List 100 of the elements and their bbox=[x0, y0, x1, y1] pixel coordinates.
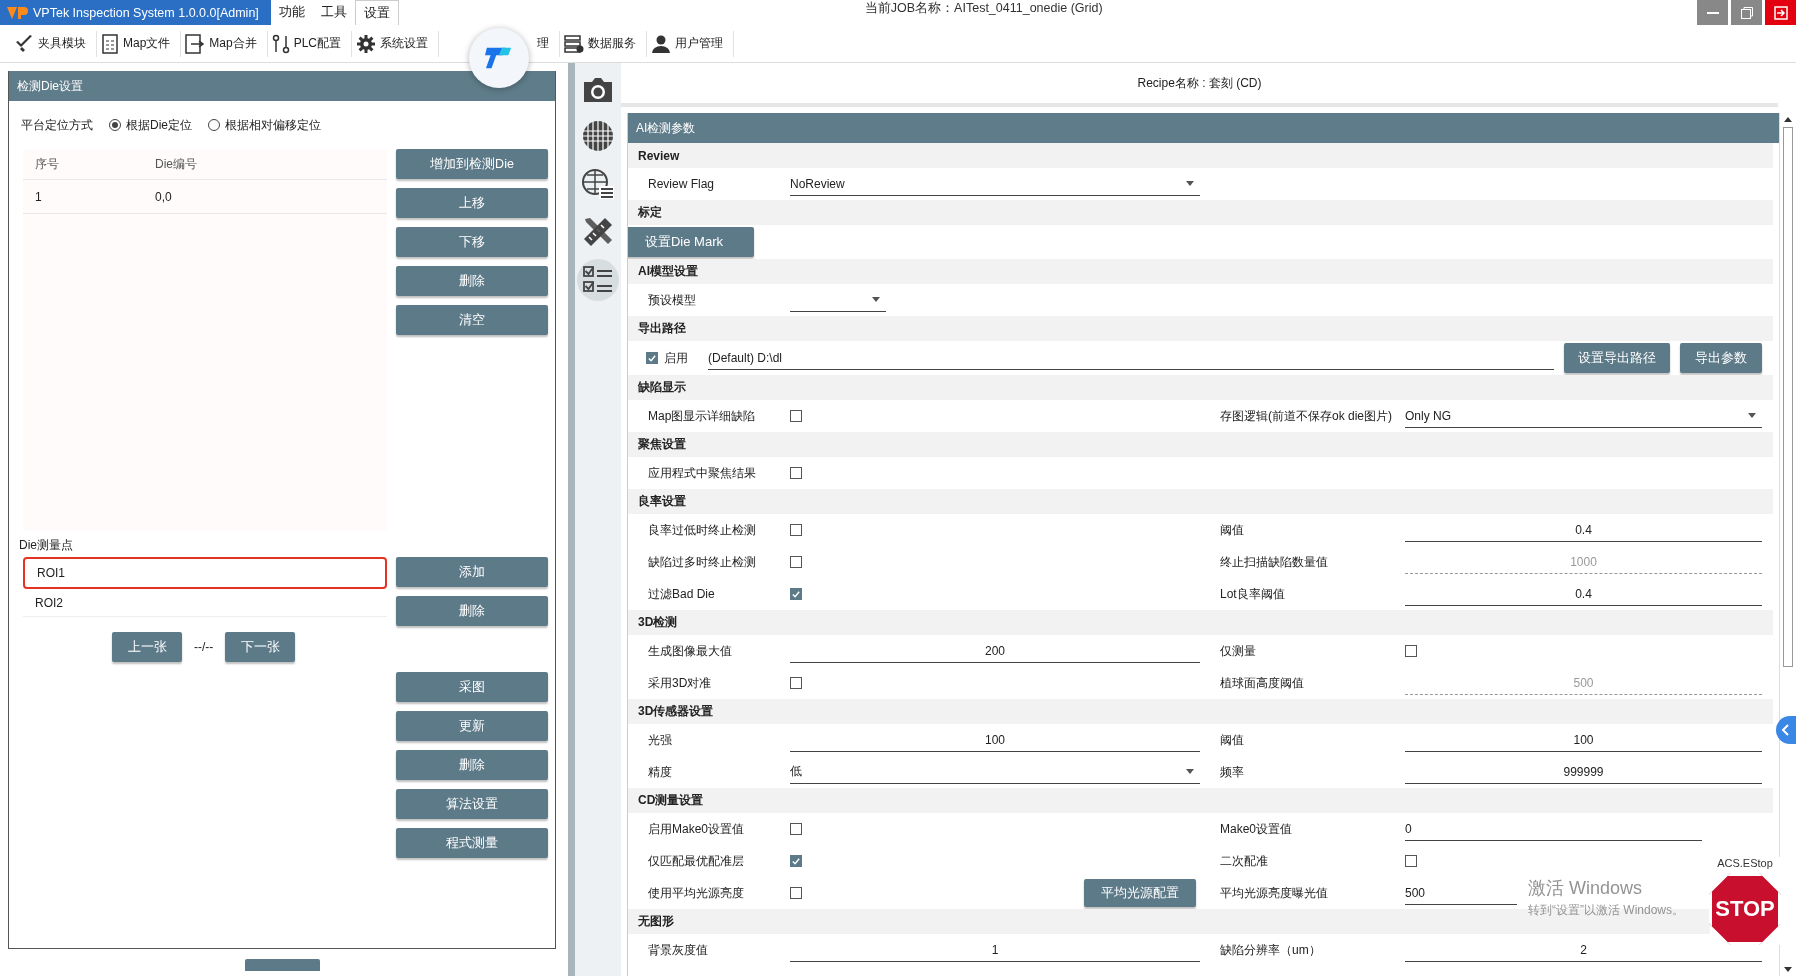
globe-list-icon bbox=[581, 167, 615, 201]
action-button[interactable]: 删除 bbox=[396, 266, 548, 296]
estop-label: ACS.EStop bbox=[1717, 857, 1773, 871]
globe-icon bbox=[581, 119, 615, 153]
document-icon bbox=[101, 33, 119, 54]
field-label: 精度 bbox=[648, 763, 673, 781]
action-button[interactable]: 删除 bbox=[396, 750, 548, 780]
menu-item[interactable]: 功能 bbox=[270, 0, 313, 25]
stop-button[interactable]: STOP bbox=[1709, 873, 1781, 945]
input-field[interactable]: 200 bbox=[790, 639, 1200, 663]
action-button[interactable]: 上移 bbox=[396, 188, 548, 218]
checkbox[interactable] bbox=[790, 410, 802, 422]
action-button[interactable]: 更新 bbox=[396, 711, 548, 741]
toolbar-item[interactable]: Map文件 bbox=[97, 30, 182, 57]
input-field[interactable]: 1 bbox=[790, 938, 1200, 962]
field-label: 植球面高度阈值 bbox=[1220, 674, 1305, 692]
caret-icon bbox=[1186, 181, 1194, 186]
action-button[interactable]: 增加到检测Die bbox=[396, 149, 548, 179]
field-label: 仅匹配最优配准层 bbox=[648, 852, 745, 870]
field-label: 平均光源亮度曝光值 bbox=[1220, 884, 1329, 902]
menu-item[interactable]: 设置 bbox=[354, 0, 399, 25]
action-button[interactable]: 平均光源配置 bbox=[1084, 879, 1196, 907]
input-field[interactable]: 999999 bbox=[1405, 760, 1762, 784]
floating-app-button[interactable] bbox=[469, 28, 530, 88]
caret-icon bbox=[1186, 769, 1194, 774]
field-label: 预设模型 bbox=[648, 291, 697, 309]
activation-title: 激活 Windows bbox=[1528, 877, 1644, 900]
checkbox[interactable] bbox=[646, 352, 658, 364]
action-button[interactable]: 清空 bbox=[396, 305, 548, 335]
section-header: CD测量设置 bbox=[628, 788, 1773, 813]
action-button[interactable]: 下移 bbox=[396, 227, 548, 257]
checkbox[interactable] bbox=[790, 467, 802, 479]
dropdown[interactable]: NoReview bbox=[790, 172, 1200, 196]
scroll-thumb[interactable] bbox=[1783, 127, 1793, 667]
logo-icon bbox=[6, 5, 28, 20]
checkbox[interactable] bbox=[790, 556, 802, 568]
input-field[interactable]: 0 bbox=[1405, 817, 1702, 841]
field-label: Review Flag bbox=[648, 177, 716, 191]
field-label: Map图显示详细缺陷 bbox=[648, 407, 757, 425]
action-button[interactable]: 导出参数 bbox=[1680, 343, 1762, 373]
input-field[interactable]: 100 bbox=[790, 728, 1200, 752]
checkbox[interactable] bbox=[790, 588, 802, 600]
checkbox[interactable] bbox=[790, 823, 802, 835]
field-label: 缺陷分辨率（um） bbox=[1220, 941, 1322, 959]
path-field[interactable]: (Default) D:\dl bbox=[708, 346, 1554, 370]
previous-button[interactable]: 上一张 bbox=[112, 632, 182, 662]
checkbox[interactable] bbox=[790, 677, 802, 689]
toolbar-item[interactable]: Map合并 bbox=[181, 30, 268, 57]
input-field[interactable]: 500 bbox=[1405, 881, 1517, 905]
exit-icon bbox=[1772, 4, 1789, 21]
die-mark-button[interactable]: 设置Die Mark bbox=[628, 227, 754, 257]
toolbar-item[interactable]: 数据服务 bbox=[560, 30, 648, 57]
section-header: Review bbox=[628, 143, 1773, 168]
action-button[interactable]: 添加 bbox=[396, 557, 548, 587]
field-label: 使用平均光源亮度 bbox=[648, 884, 745, 902]
chevron-left-icon bbox=[1781, 724, 1791, 736]
field-label: 光强 bbox=[648, 731, 673, 749]
side-tab[interactable] bbox=[1776, 716, 1796, 744]
next-button[interactable]: 下一张 bbox=[225, 632, 296, 662]
roi-item[interactable]: ROI1 bbox=[23, 557, 387, 589]
column-header: Die编号 bbox=[154, 155, 198, 173]
checkbox[interactable] bbox=[1405, 645, 1417, 657]
radio-option[interactable]: 根据相对偏移定位 bbox=[208, 116, 321, 134]
field-label: 启用 bbox=[664, 349, 688, 367]
radio-option[interactable]: 根据Die定位 bbox=[109, 116, 192, 134]
minimize-button[interactable] bbox=[1697, 0, 1728, 25]
menu-item[interactable]: 工具 bbox=[312, 0, 355, 25]
toolbar-item[interactable]: 用户管理 bbox=[647, 30, 735, 57]
field-label: 阈值 bbox=[1220, 731, 1245, 749]
input-field[interactable]: 100 bbox=[1405, 728, 1762, 752]
action-button[interactable]: 采图 bbox=[396, 672, 548, 702]
toolbar-item[interactable]: 夹具模块 bbox=[10, 30, 97, 57]
checkbox[interactable] bbox=[790, 887, 802, 899]
checkbox[interactable] bbox=[790, 524, 802, 536]
input-field[interactable]: 0.4 bbox=[1405, 582, 1762, 606]
panel-header: 检测Die设置 bbox=[9, 71, 555, 101]
exit-button[interactable] bbox=[1765, 0, 1796, 25]
toolbar-item[interactable]: 理 bbox=[533, 30, 561, 57]
column-header: 序号 bbox=[34, 155, 60, 173]
action-button[interactable]: 算法设置 bbox=[396, 789, 548, 819]
field-label: 终止扫描缺陷数量值 bbox=[1220, 553, 1329, 571]
roi-item[interactable]: ROI2 bbox=[23, 589, 387, 617]
action-button[interactable]: 设置导出路径 bbox=[1564, 343, 1670, 373]
section-header: 导出路径 bbox=[628, 316, 1773, 341]
action-button[interactable]: 删除 bbox=[396, 596, 548, 626]
dropdown[interactable]: Only NG bbox=[1405, 404, 1762, 428]
app-title: VPTek Inspection System 1.0.0.0[Admin] bbox=[0, 0, 271, 25]
connector-icon bbox=[271, 33, 290, 54]
dropdown[interactable]: 低 bbox=[790, 760, 1200, 784]
field-label: Lot良率阈值 bbox=[1220, 585, 1286, 603]
action-button[interactable]: 程式测量 bbox=[396, 828, 548, 858]
toolbar-item[interactable]: 系统设置 bbox=[352, 30, 440, 57]
field-label: 生成图像最大值 bbox=[648, 642, 733, 660]
toolbar-item[interactable]: PLC配置 bbox=[267, 30, 353, 57]
restore-button[interactable] bbox=[1731, 0, 1762, 25]
checkbox[interactable] bbox=[790, 855, 802, 867]
checkbox[interactable] bbox=[1405, 855, 1417, 867]
input-field[interactable]: 0.4 bbox=[1405, 518, 1762, 542]
section-header: 良率设置 bbox=[628, 489, 1773, 514]
caret-icon bbox=[1748, 413, 1756, 418]
